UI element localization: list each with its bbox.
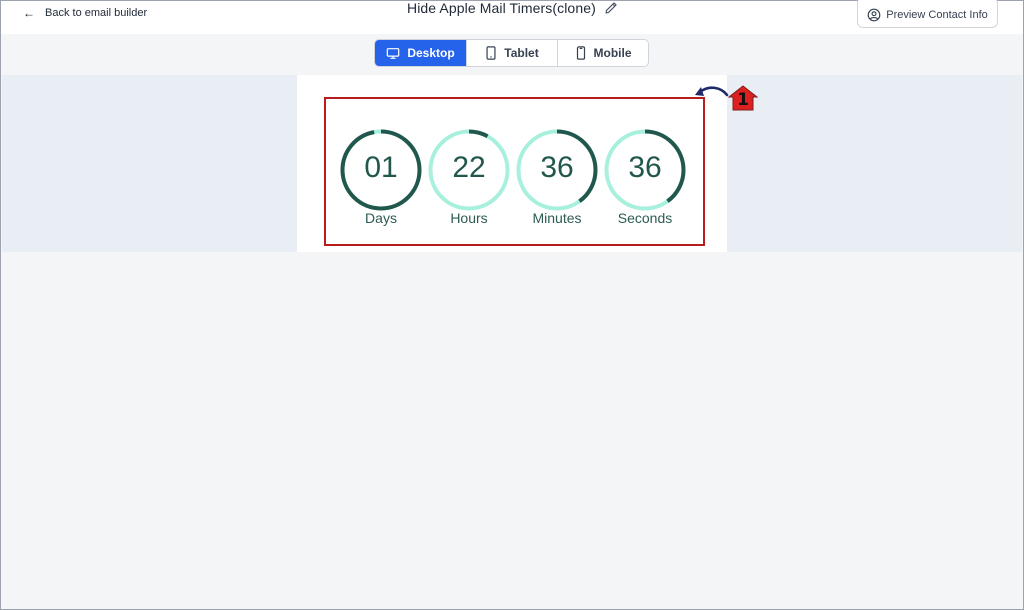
tablet-icon: [486, 46, 496, 60]
annotation-badge-number: 1: [737, 90, 749, 110]
user-circle-icon: [867, 8, 881, 21]
edit-pencil-icon[interactable]: [604, 1, 618, 15]
device-toggle: Desktop Tablet Mobile: [374, 39, 649, 67]
tab-mobile[interactable]: Mobile: [558, 40, 648, 66]
tab-tablet[interactable]: Tablet: [467, 40, 558, 66]
back-link-label: Back to email builder: [45, 7, 148, 19]
tab-mobile-label: Mobile: [593, 46, 632, 60]
back-to-builder-link[interactable]: ← Back to email builder: [23, 5, 147, 21]
tab-desktop-label: Desktop: [407, 46, 455, 60]
desktop-icon: [387, 47, 400, 59]
annotation-highlight-box: [324, 97, 705, 246]
top-header: ← Back to email builder Hide Apple Mail …: [1, 0, 1023, 34]
annotation-badge: 1: [727, 85, 759, 111]
email-preview-page: ← Back to email builder Hide Apple Mail …: [0, 0, 1024, 610]
page-title-wrap: Hide Apple Mail Timers(clone): [407, 0, 618, 18]
tab-desktop[interactable]: Desktop: [375, 40, 467, 66]
tab-tablet-label: Tablet: [504, 46, 539, 60]
preview-contact-info-button[interactable]: Preview Contact Info: [857, 0, 998, 28]
arrow-left-icon: ←: [23, 6, 35, 20]
annotation-arrow-icon: [695, 86, 729, 97]
mobile-icon: [576, 46, 585, 60]
preview-button-label: Preview Contact Info: [886, 8, 988, 21]
page-title: Hide Apple Mail Timers(clone): [407, 0, 596, 16]
